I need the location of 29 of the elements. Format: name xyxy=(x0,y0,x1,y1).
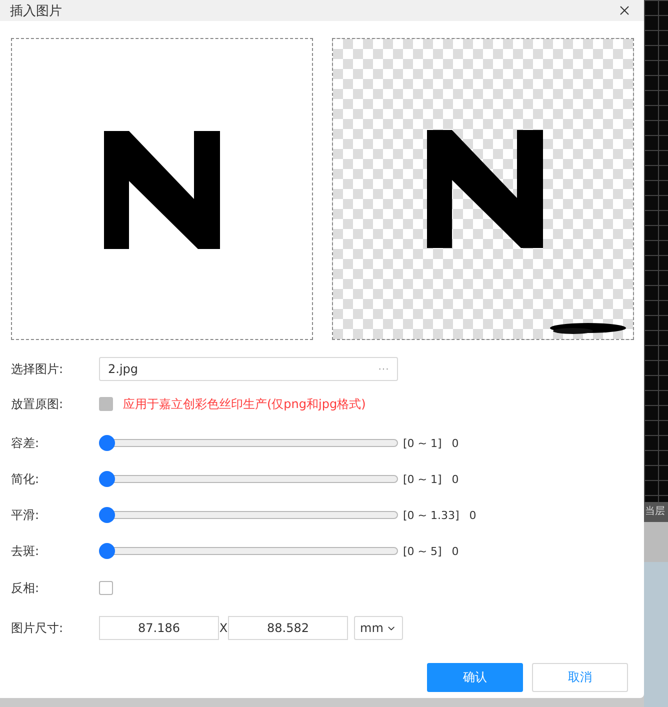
field-label: 选择图片: xyxy=(11,360,64,378)
field-label: 图片尺寸: xyxy=(11,620,64,636)
range-text: [0 ~ 1] xyxy=(403,472,442,486)
file-field[interactable]: 2.jpg ··· xyxy=(99,357,398,381)
field-label: 容差: xyxy=(11,434,40,452)
checkbox[interactable] xyxy=(99,581,113,595)
field-label: 去斑: xyxy=(11,542,40,560)
slider-thumb[interactable] xyxy=(99,435,115,451)
separator-text: X xyxy=(219,621,228,635)
range-text: [0 ~ 1] xyxy=(403,436,442,450)
slider-thumb[interactable] xyxy=(99,471,115,487)
dialog-title: 插入图片 xyxy=(10,2,62,20)
note-text: 应用于嘉立创彩色丝印生产(仅png和jpg格式) xyxy=(123,396,366,412)
field-label: 简化: xyxy=(11,470,40,488)
height-field[interactable]: 88.582 xyxy=(228,616,348,640)
range-text: [0 ~ 1.33] xyxy=(403,508,460,522)
field-label: 平滑: xyxy=(11,506,40,524)
slider-thumb[interactable] xyxy=(99,507,115,523)
field-label: 放置原图: xyxy=(11,396,64,412)
value-text: 0 xyxy=(469,508,476,522)
value-text: 0 xyxy=(452,436,459,450)
slider-thumb[interactable] xyxy=(99,543,115,559)
unit-select[interactable]: mm xyxy=(354,616,403,640)
panel-text: 当层 xyxy=(644,502,668,522)
field-label: 反相: xyxy=(11,580,40,596)
value-text: 0 xyxy=(452,544,459,558)
value-text: 0 xyxy=(452,472,459,486)
range-text: [0 ~ 5] xyxy=(403,544,442,558)
width-field[interactable]: 87.186 xyxy=(99,616,219,640)
